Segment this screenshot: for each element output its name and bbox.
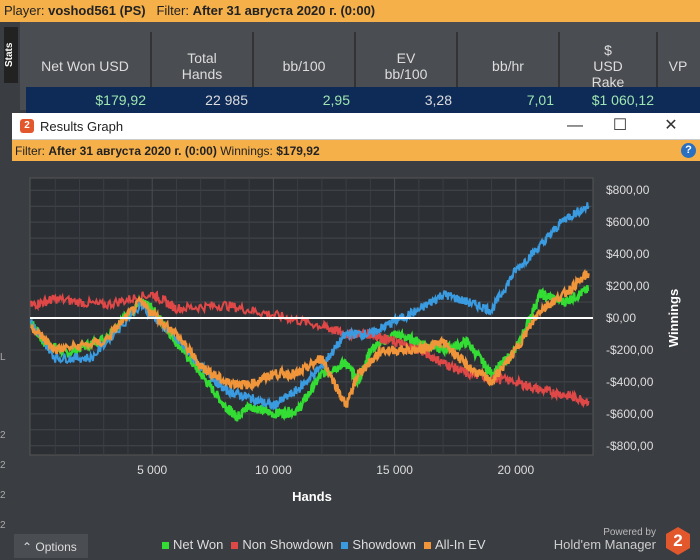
y-tick-label: $600,00 <box>606 215 650 229</box>
x-axis-label: Hands <box>292 489 332 504</box>
legend-net-won[interactable]: Net Won <box>162 537 223 552</box>
y-tick-label: -$200,00 <box>606 343 654 357</box>
legend-non-showdown[interactable]: Non Showdown <box>231 537 333 552</box>
x-tick-label: 5 000 <box>137 463 167 477</box>
x-tick-label: 20 000 <box>497 463 534 477</box>
y-tick-label: -$600,00 <box>606 407 654 421</box>
legend-all-in-ev[interactable]: All-In EV <box>424 537 486 552</box>
y-tick-label: $200,00 <box>606 279 650 293</box>
brand-name: Hold'em Manager <box>553 537 656 552</box>
y-tick-label: $800,00 <box>606 183 650 197</box>
y-tick-label: $400,00 <box>606 247 650 261</box>
options-button[interactable]: ⌃ Options <box>14 534 88 558</box>
legend: Net Won Non Showdown Showdown All-In EV <box>162 537 486 552</box>
y-axis-label: Winnings <box>666 289 681 347</box>
x-tick-label: 10 000 <box>255 463 292 477</box>
options-label: Options <box>35 540 77 554</box>
results-chart: $800,00 $600,00 $400,00 $200,00 $0,00 -$200,0… <box>29 177 681 504</box>
y-tick-label: $0,00 <box>606 311 636 325</box>
y-tick-label: -$400,00 <box>606 375 654 389</box>
y-tick-label: -$800,00 <box>606 439 654 453</box>
x-tick-label: 15 000 <box>376 463 413 477</box>
legend-showdown[interactable]: Showdown <box>341 537 416 552</box>
